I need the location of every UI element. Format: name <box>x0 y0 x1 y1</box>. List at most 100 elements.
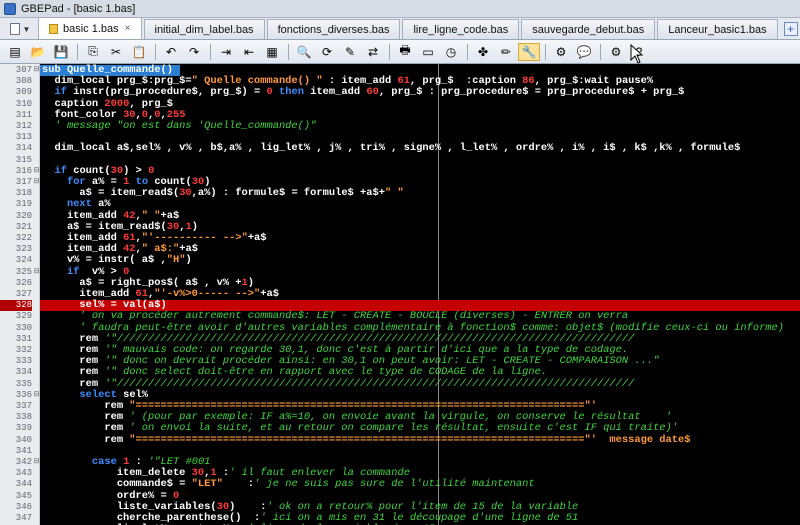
chat-button[interactable]: 💬 <box>573 43 595 61</box>
line-number: 342 <box>15 457 32 467</box>
wrench-button[interactable]: 🔧 <box>518 42 540 61</box>
code-token: ' je ne suis pas sure de l'utilité maint… <box>254 478 535 491</box>
redo-icon: ↷ <box>188 44 200 59</box>
code-token: rem <box>42 366 105 379</box>
clock-icon: ◷ <box>445 44 457 59</box>
print-button[interactable]: 🖶 <box>394 43 416 61</box>
tab-label: lire_ligne_code.bas <box>413 23 509 36</box>
tab-5[interactable]: Lanceur_basic1.bas <box>657 19 778 39</box>
code-token: '"//////////////////////////////////////… <box>104 377 635 390</box>
open-folder-button[interactable]: 📂 <box>27 43 49 61</box>
code-token: " Quelle commande() " <box>191 75 323 88</box>
tab-label: initial_dim_label.bas <box>154 23 254 36</box>
code-token: a% <box>91 198 111 211</box>
save-button[interactable]: 💾 <box>50 43 72 61</box>
find-button[interactable]: 🔍 <box>293 43 315 61</box>
code-token: 255 <box>166 108 186 121</box>
code-token: , prg_$:wait pause% <box>534 75 654 88</box>
replace-button[interactable]: ⇄ <box>362 43 384 61</box>
code-line[interactable]: 314 dim_local a$,sel% , v% , b$,a% , lig… <box>0 143 800 154</box>
code-token: " " <box>384 187 404 200</box>
outdent-button[interactable]: ⇤ <box>238 43 260 61</box>
undo-button[interactable]: ↶ <box>160 43 182 61</box>
code-token: ) <box>185 254 192 267</box>
code-token: rem <box>42 332 105 345</box>
window-icon: ▭ <box>422 44 434 59</box>
puzzle-button[interactable]: ✤ <box>472 43 494 61</box>
new-file-button[interactable]: ▤ <box>4 43 26 61</box>
add-tab-button[interactable]: + <box>783 22 798 36</box>
code-token: if <box>54 86 67 99</box>
close-icon[interactable]: × <box>125 23 131 34</box>
code-token: next <box>66 198 92 211</box>
pencil-button[interactable]: ✏ <box>495 43 517 61</box>
code-token: : <box>222 478 255 491</box>
code-line[interactable]: 340 rem "===============================… <box>0 434 800 446</box>
fold-toggle-icon[interactable]: ⊟ <box>33 391 40 399</box>
line-number: 338 <box>15 412 32 423</box>
tab-4[interactable]: sauvegarde_debut.bas <box>521 19 656 39</box>
bookmark-button[interactable]: ✎ <box>339 43 361 61</box>
code-editor[interactable]: 307 ⊟ sub Quelle_commande() 308 dim_local p… <box>0 64 800 525</box>
document-icon <box>9 23 20 35</box>
clock-button[interactable]: ◷ <box>440 43 462 61</box>
code-token: : <box>129 456 149 468</box>
copy-icon: ⎘ <box>88 44 98 58</box>
line-number: 325 <box>15 266 32 277</box>
settings-button[interactable]: ⚙ <box>605 43 627 61</box>
code-token: rem <box>42 422 130 435</box>
tab-menu-button[interactable]: ▼ <box>2 19 38 39</box>
code-token: ) > <box>123 164 149 177</box>
code-token: 30 <box>216 500 230 513</box>
code-token: count( <box>148 176 192 188</box>
toolbar-separator <box>545 43 546 60</box>
line-number: 320 <box>15 210 32 221</box>
code-token: instr(prg_procedure$, prg_$) = <box>66 86 267 99</box>
find-next-button[interactable]: ⟳ <box>316 43 338 61</box>
code-token: ) <box>191 220 198 233</box>
code-token: ' on va procéder autrement commande$: LE… <box>42 310 629 323</box>
run-button[interactable]: ⚙ <box>550 43 572 61</box>
fold-toggle-icon[interactable]: ⊟ <box>33 66 40 74</box>
code-token: "=======================================… <box>129 400 597 412</box>
code-token: " a$:" <box>141 243 180 256</box>
puzzle-icon: ✤ <box>477 44 489 59</box>
code-token: if <box>54 164 67 177</box>
fold-toggle-icon[interactable]: ⊟ <box>33 167 40 175</box>
code-token: 2000 <box>104 97 130 110</box>
fold-toggle-icon[interactable]: ⊟ <box>33 178 40 186</box>
indent-button[interactable]: ⇥ <box>215 43 237 61</box>
tab-3[interactable]: lire_ligne_code.bas <box>402 19 520 39</box>
tab-0[interactable]: basic 1.bas × <box>38 17 142 39</box>
copy-button[interactable]: ⎘ <box>82 43 104 61</box>
wrench-icon: 🔧 <box>521 44 537 59</box>
code-token: 61 <box>397 75 410 88</box>
code-token: a$ = item_read$( <box>42 187 180 200</box>
window-button[interactable]: ▭ <box>417 43 439 61</box>
code-line[interactable]: 318 a$ = item_read$(30,a%) : formule$ = … <box>0 188 800 199</box>
code-token: 60 <box>366 86 379 99</box>
cut-button[interactable]: ✂ <box>105 43 127 61</box>
paste-button[interactable]: 📋 <box>128 43 150 61</box>
comment-icon: ▦ <box>266 44 278 59</box>
code-token: +a$ <box>260 288 279 300</box>
toolbar-separator <box>600 43 601 60</box>
comment-button[interactable]: ▦ <box>261 43 283 61</box>
fold-toggle-icon[interactable]: ⊟ <box>33 458 40 466</box>
line-number: 347 <box>15 513 32 523</box>
tab-2[interactable]: fonctions_diverses.bas <box>266 19 401 39</box>
tab-1[interactable]: initial_dim_label.bas <box>143 19 265 39</box>
pencil-icon: ✏ <box>500 44 512 59</box>
code-token: select <box>79 388 117 401</box>
code-text: rem "===================================… <box>42 434 690 446</box>
line-number: 307 <box>15 65 32 75</box>
redo-button[interactable]: ↷ <box>183 43 205 61</box>
code-line[interactable]: 312 ' message "on est dans 'Quelle_comma… <box>0 120 800 132</box>
fold-toggle-icon[interactable]: ⊟ <box>33 268 40 276</box>
code-token: ' il faut enlever la commande <box>229 467 410 480</box>
code-token: a$ = right_pos$( a$ , v% + <box>42 276 242 289</box>
code-token: caption <box>42 97 105 110</box>
